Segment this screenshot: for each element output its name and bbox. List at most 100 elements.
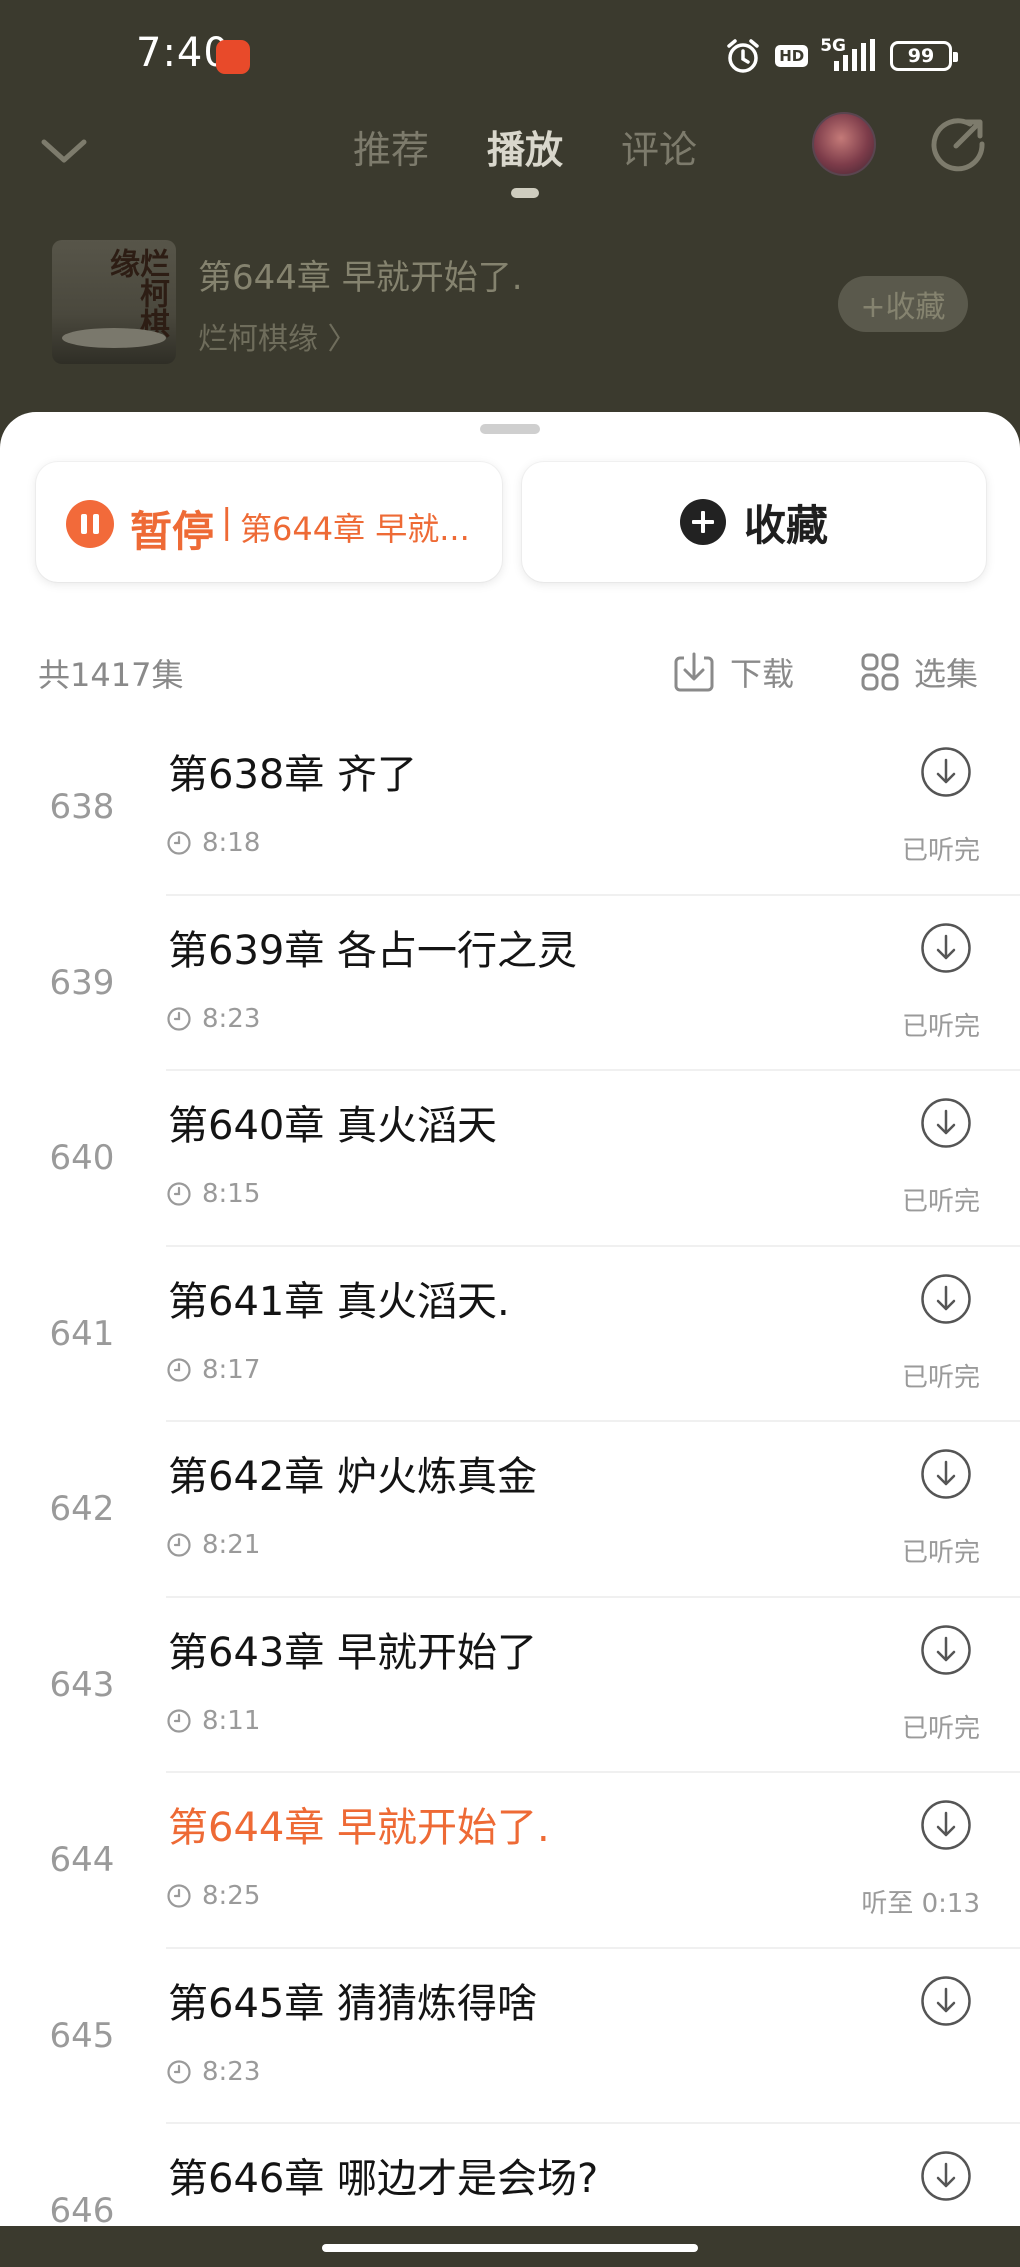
current-chapter-label: 第644章 早就... <box>240 510 470 548</box>
app-notification-icon <box>216 40 250 74</box>
pause-label: 暂停 <box>130 507 215 556</box>
episode-row-643[interactable]: 643 第643章 早就开始了 8:11 已听完 <box>0 1598 1020 1773</box>
clock-icon <box>167 1884 191 1908</box>
download-circle-icon[interactable] <box>920 1097 972 1149</box>
episode-status: 已听完 <box>901 1362 980 1393</box>
sheet-grabber[interactable] <box>480 424 540 434</box>
list-header: 共1417集 下载 选集 <box>0 642 1020 702</box>
download-circle-icon[interactable] <box>920 746 972 798</box>
download-button[interactable]: 下载 <box>672 648 794 696</box>
episode-duration: 8:17 <box>202 1354 261 1385</box>
book-name-link[interactable]: 烂柯棋缘 〉 <box>198 314 358 358</box>
episode-row-639[interactable]: 639 第639章 各占一行之灵 8:23 已听完 <box>0 896 1020 1071</box>
episode-count: 共1417集 <box>38 656 184 694</box>
episode-title: 第644章 早就开始了. <box>168 1805 550 1851</box>
episode-status: 已听完 <box>901 1187 980 1217</box>
download-circle-icon[interactable] <box>920 1975 972 2027</box>
plus-icon <box>679 499 726 545</box>
download-circle-icon[interactable] <box>920 922 972 974</box>
episode-duration: 8:25 <box>202 1881 261 1911</box>
clock-icon <box>167 1006 191 1031</box>
episode-title: 第638章 齐了 <box>168 752 418 798</box>
tab-playing[interactable]: 播放 <box>487 110 563 198</box>
book-cover[interactable]: 烂柯棋缘 <box>52 240 176 364</box>
hd-badge: HD <box>775 45 809 67</box>
episode-row-642[interactable]: 642 第642章 炉火炼真金 8:21 已听完 <box>0 1422 1020 1598</box>
episode-duration: 8:21 <box>202 1530 261 1560</box>
pause-icon <box>66 500 114 548</box>
episode-title: 第643章 早就开始了 <box>168 1629 538 1676</box>
episode-row-641[interactable]: 641 第641章 真火滔天. 8:17 已听完 <box>0 1247 1020 1422</box>
top-navigation: 推荐 播放 评论 <box>0 110 1020 210</box>
episode-row-640[interactable]: 640 第640章 真火滔天 8:15 已听完 <box>0 1071 1020 1247</box>
tab-recommend[interactable]: 推荐 <box>353 110 429 190</box>
tab-comments[interactable]: 评论 <box>621 110 697 190</box>
book-info: 烂柯棋缘 第644章 早就开始了. 烂柯棋缘 〉 +收藏 <box>0 236 1020 376</box>
download-circle-icon[interactable] <box>920 2150 972 2202</box>
episode-title: 第645章 猜猜炼得啥 <box>168 1980 538 2027</box>
episode-status: 已听完 <box>901 1713 980 1744</box>
download-circle-icon[interactable] <box>920 1624 972 1676</box>
episode-duration: 8:18 <box>202 828 261 858</box>
episode-title: 第641章 真火滔天. <box>168 1278 510 1325</box>
episode-meta: 8:25 <box>166 1881 260 1911</box>
episode-number: 641 <box>49 1313 115 1354</box>
gesture-bar <box>0 2226 1020 2267</box>
episode-number: 645 <box>49 2015 115 2056</box>
share-icon[interactable] <box>928 114 988 174</box>
episode-status: 听至 0:13 <box>861 1889 980 1919</box>
select-episodes-button[interactable]: 选集 <box>860 648 978 696</box>
episode-title: 第646章 哪边才是会场? <box>168 2156 599 2202</box>
episode-meta: 8:17 <box>166 1355 260 1385</box>
episode-title: 第642章 炉火炼真金 <box>168 1454 538 1500</box>
episode-meta: 8:18 <box>166 828 260 858</box>
collect-button[interactable]: 收藏 <box>522 462 986 582</box>
episode-status: 已听完 <box>901 1538 980 1568</box>
download-circle-icon[interactable] <box>920 1448 972 1500</box>
episode-row-645[interactable]: 645 第645章 猜猜炼得啥 8:23 <box>0 1949 1020 2124</box>
episode-list: 638 第638章 齐了 8:18 已听完 639 第639章 各占一行之灵 8… <box>0 720 1020 2267</box>
avatar[interactable] <box>812 112 876 176</box>
episode-meta: 8:23 <box>166 2057 260 2087</box>
episode-duration: 8:23 <box>202 2056 261 2087</box>
collect-label: 收藏 <box>743 500 828 550</box>
episode-title: 第639章 各占一行之灵 <box>168 927 578 974</box>
episode-meta: 8:11 <box>166 1706 260 1736</box>
download-circle-icon[interactable] <box>920 1799 972 1851</box>
clock-icon <box>167 831 191 855</box>
grid-icon <box>861 653 899 691</box>
episode-number: 640 <box>49 1138 115 1178</box>
status-bar: 7:40 HD 5G 99 <box>0 0 1020 110</box>
status-icons: HD 5G 99 <box>723 36 958 76</box>
episode-row-638[interactable]: 638 第638章 齐了 8:18 已听完 <box>0 720 1020 896</box>
cover-art <box>62 328 166 348</box>
pause-separator: | <box>221 502 233 542</box>
episode-list-sheet: 暂停 | 第644章 早就... 收藏 共1417集 下载 选集 638 第63… <box>0 412 1020 2267</box>
clock-icon <box>167 1708 191 1733</box>
episode-duration: 8:11 <box>202 1705 261 1736</box>
episode-duration: 8:15 <box>202 1179 261 1209</box>
collect-pill-button[interactable]: +收藏 <box>838 276 968 332</box>
clock-icon <box>167 1357 191 1382</box>
episode-meta: 8:23 <box>166 1004 260 1034</box>
alarm-icon <box>727 39 759 73</box>
episode-row-644-current[interactable]: 644 第644章 早就开始了. 8:25 听至 0:13 <box>0 1773 1020 1949</box>
download-label: 下载 <box>730 655 795 693</box>
home-indicator[interactable] <box>322 2244 698 2252</box>
download-icon <box>674 652 714 692</box>
clock-icon <box>167 2059 191 2084</box>
download-circle-icon[interactable] <box>920 1273 972 1325</box>
clock-icon <box>167 1182 191 1206</box>
episode-status: 已听完 <box>901 1011 980 1042</box>
battery-level: 99 <box>907 45 935 67</box>
episode-meta: 8:21 <box>166 1530 260 1560</box>
network-type: 5G <box>820 36 846 56</box>
episode-number: 639 <box>49 962 115 1003</box>
episode-number: 638 <box>49 787 115 827</box>
episode-meta: 8:15 <box>166 1179 260 1209</box>
episode-title: 第640章 真火滔天 <box>168 1103 498 1149</box>
pause-button[interactable]: 暂停 | 第644章 早就... <box>36 462 502 582</box>
select-label: 选集 <box>914 655 979 693</box>
episode-number: 644 <box>49 1840 115 1880</box>
clock-icon <box>167 1533 191 1557</box>
